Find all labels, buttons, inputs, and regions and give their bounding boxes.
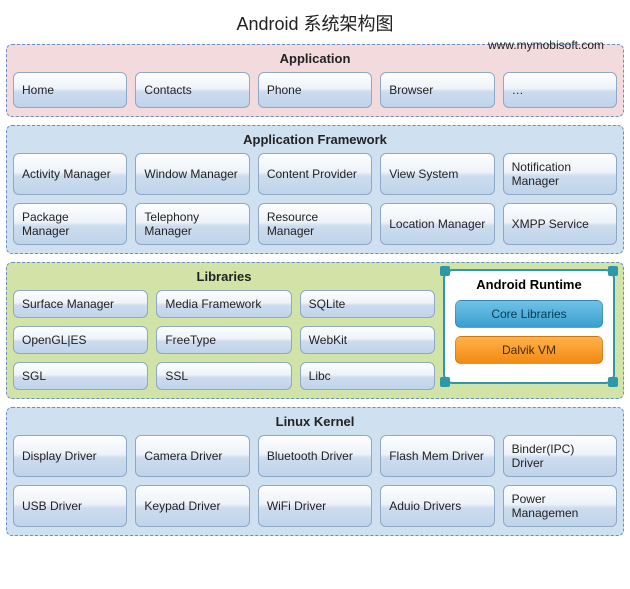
fw-package-manager: Package Manager bbox=[13, 203, 127, 245]
app-browser: Browser bbox=[380, 72, 494, 108]
layer-libraries-runtime: Libraries Surface Manager Media Framewor… bbox=[6, 262, 624, 399]
lib-libc: Libc bbox=[300, 362, 435, 390]
lib-ssl: SSL bbox=[156, 362, 291, 390]
kernel-audio-drivers: Aduio Drivers bbox=[380, 485, 494, 527]
layer-linux-kernel: Linux Kernel Display Driver Camera Drive… bbox=[6, 407, 624, 536]
attribution-url: www.mymobisoft.com bbox=[488, 38, 604, 52]
layer-title-application: Application bbox=[13, 49, 617, 72]
lib-freetype: FreeType bbox=[156, 326, 291, 354]
kernel-power-management: Power Managemen bbox=[503, 485, 617, 527]
lib-media-framework: Media Framework bbox=[156, 290, 291, 318]
layer-title-libraries: Libraries bbox=[13, 267, 435, 290]
layer-title-framework: Application Framework bbox=[13, 130, 617, 153]
lib-sgl: SGL bbox=[13, 362, 148, 390]
runtime-dalvik-vm: Dalvik VM bbox=[455, 336, 603, 364]
libraries-group: Libraries Surface Manager Media Framewor… bbox=[13, 267, 435, 390]
kernel-flash-mem-driver: Flash Mem Driver bbox=[380, 435, 494, 477]
layer-application-framework: Application Framework Activity Manager W… bbox=[6, 125, 624, 254]
app-contacts: Contacts bbox=[135, 72, 249, 108]
layer-application: Application Home Contacts Phone Browser … bbox=[6, 44, 624, 117]
fw-notification-manager: Notification Manager bbox=[503, 153, 617, 195]
kernel-binder-ipc-driver: Binder(IPC) Driver bbox=[503, 435, 617, 477]
app-more: … bbox=[503, 72, 617, 108]
fw-telephony-manager: Telephony Manager bbox=[135, 203, 249, 245]
fw-resource-manager: Resource Manager bbox=[258, 203, 372, 245]
diagram-title: Android 系统架构图 bbox=[6, 10, 624, 36]
fw-view-system: View System bbox=[380, 153, 494, 195]
lib-sqlite: SQLite bbox=[300, 290, 435, 318]
android-runtime-box: Android Runtime Core Libraries Dalvik VM bbox=[443, 269, 615, 384]
fw-activity-manager: Activity Manager bbox=[13, 153, 127, 195]
kernel-display-driver: Display Driver bbox=[13, 435, 127, 477]
layer-title-kernel: Linux Kernel bbox=[13, 412, 617, 435]
runtime-title: Android Runtime bbox=[455, 277, 603, 292]
kernel-usb-driver: USB Driver bbox=[13, 485, 127, 527]
app-home: Home bbox=[13, 72, 127, 108]
fw-window-manager: Window Manager bbox=[135, 153, 249, 195]
lib-opengles: OpenGL|ES bbox=[13, 326, 148, 354]
fw-content-provider: Content Provider bbox=[258, 153, 372, 195]
kernel-bluetooth-driver: Bluetooth Driver bbox=[258, 435, 372, 477]
lib-surface-manager: Surface Manager bbox=[13, 290, 148, 318]
kernel-keypad-driver: Keypad Driver bbox=[135, 485, 249, 527]
fw-xmpp-service: XMPP Service bbox=[503, 203, 617, 245]
lib-webkit: WebKit bbox=[300, 326, 435, 354]
app-phone: Phone bbox=[258, 72, 372, 108]
fw-location-manager: Location Manager bbox=[380, 203, 494, 245]
runtime-core-libraries: Core Libraries bbox=[455, 300, 603, 328]
kernel-camera-driver: Camera Driver bbox=[135, 435, 249, 477]
kernel-wifi-driver: WiFi Driver bbox=[258, 485, 372, 527]
